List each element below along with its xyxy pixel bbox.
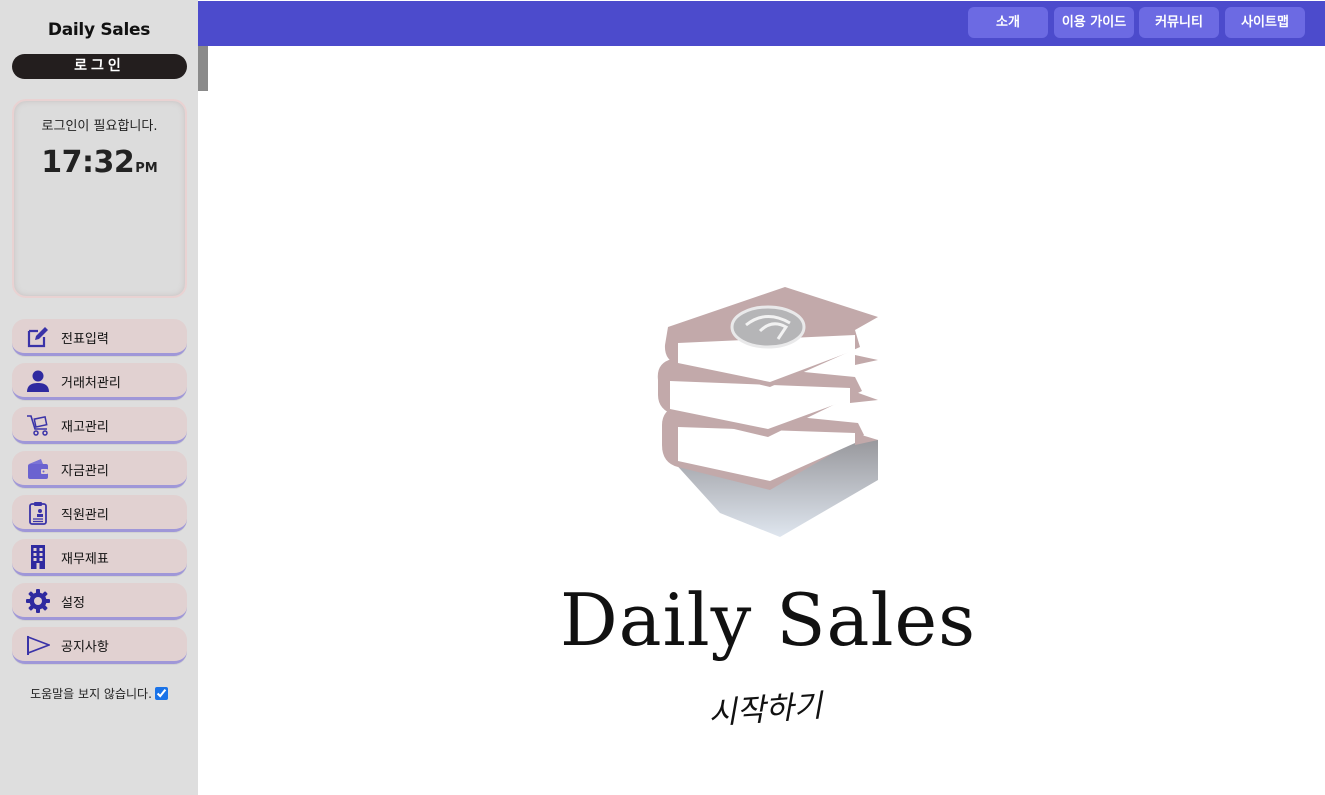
nav-sitemap-button[interactable]: 사이트맵 (1225, 7, 1305, 38)
login-required-message: 로그인이 필요합니다. (41, 119, 158, 134)
login-button[interactable]: 로그인 (12, 54, 187, 79)
pencil-square-icon (27, 327, 48, 348)
help-toggle-label: 도움말을 보지 않습니다. (30, 687, 152, 701)
building-icon (31, 545, 45, 569)
menu-item-staff[interactable]: 직원관리 (12, 495, 187, 532)
menu-item-inventory[interactable]: 재고관리 (12, 407, 187, 444)
menu-label: 거래처관리 (61, 376, 121, 391)
menu-label: 전표입력 (61, 332, 109, 347)
menu-label: 설정 (61, 596, 85, 611)
cart-icon (27, 415, 48, 436)
clipboard-icon (29, 502, 47, 525)
app-title: Daily Sales (47, 20, 151, 40)
menu-label: 자금관리 (61, 464, 109, 479)
person-icon (27, 370, 49, 392)
books-logo-icon (657, 287, 878, 537)
sidebar: Daily Sales 로그인 로그인이 필요합니다. 17:32PM 전표입력… (0, 0, 198, 795)
clock: 17:32PM (14, 145, 185, 180)
gear-icon (26, 589, 50, 613)
scrollbar-thumb[interactable] (198, 46, 208, 91)
start-link[interactable]: 시작하기 (689, 679, 842, 734)
menu-item-clients[interactable]: 거래처관리 (12, 363, 187, 400)
menu-label: 재무제표 (61, 552, 109, 567)
menu-label: 직원관리 (61, 508, 109, 523)
nav-about-button[interactable]: 소개 (968, 7, 1048, 38)
menu-item-financial-statements[interactable]: 재무제표 (12, 539, 187, 576)
help-toggle-row: 도움말을 보지 않습니다. (0, 685, 198, 702)
top-nav-bar: 소개 이용 가이드 커뮤니티 사이트맵 (198, 1, 1325, 46)
wallet-icon (28, 459, 48, 479)
nav-guide-button[interactable]: 이용 가이드 (1054, 7, 1134, 38)
menu-item-notices[interactable]: 공지사항 (12, 627, 187, 664)
menu-label: 재고관리 (61, 420, 109, 435)
help-toggle-checkbox[interactable] (154, 687, 168, 700)
menu-item-settings[interactable]: 설정 (12, 583, 187, 620)
menu-item-voucher-entry[interactable]: 전표입력 (12, 319, 187, 356)
brand-title: Daily Sales (559, 578, 977, 662)
nav-community-button[interactable]: 커뮤니티 (1139, 7, 1219, 38)
clock-time: 17:32 (41, 145, 135, 180)
menu-item-funds[interactable]: 자금관리 (12, 451, 187, 488)
info-card: 로그인이 필요합니다. 17:32PM (12, 99, 187, 298)
menu-label: 공지사항 (61, 640, 109, 655)
flag-icon (27, 635, 50, 655)
clock-ampm: PM (135, 161, 158, 176)
